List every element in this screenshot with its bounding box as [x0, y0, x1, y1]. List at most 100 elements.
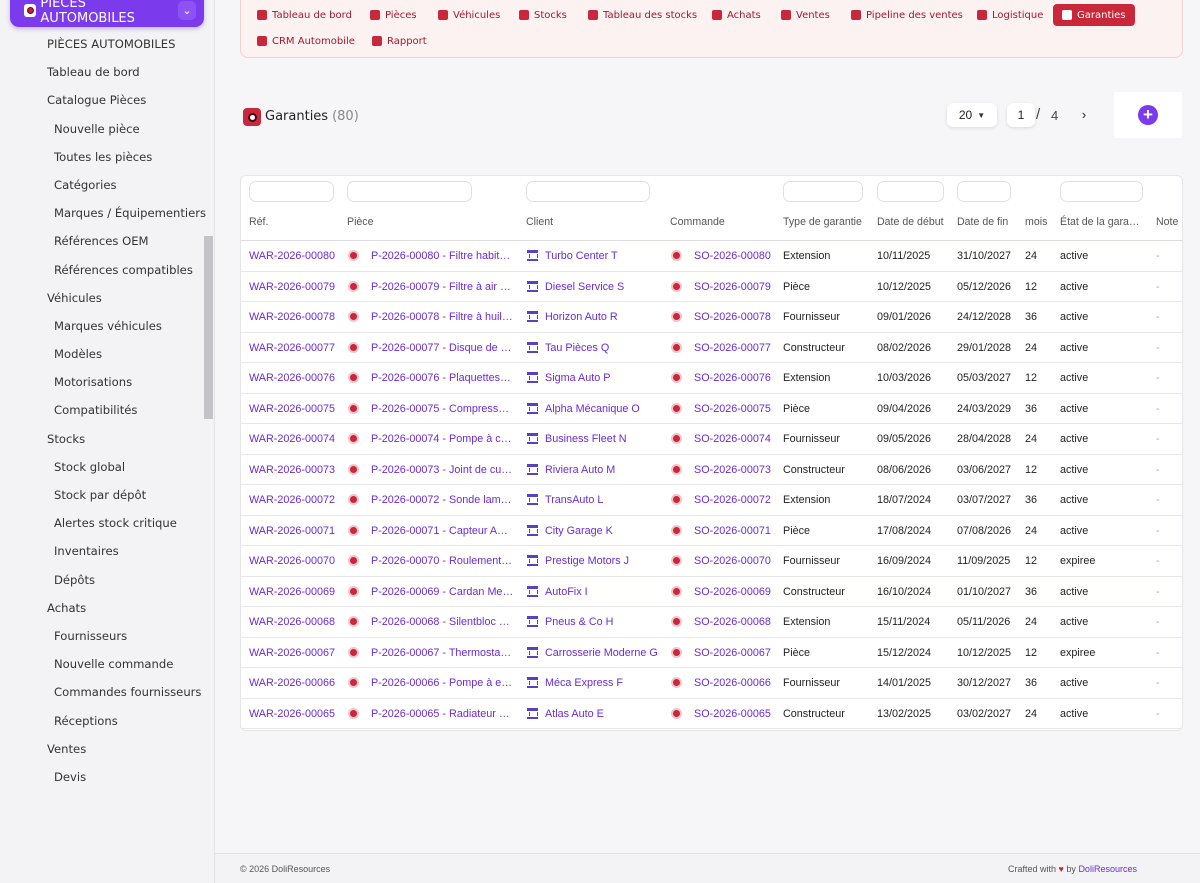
- filter-type-input[interactable]: [783, 181, 863, 202]
- order-link[interactable]: SO-2026-00077: [694, 342, 782, 354]
- piece-link[interactable]: P-2026-00077 - Disque de …: [371, 342, 516, 354]
- order-link[interactable]: SO-2026-00068: [694, 616, 782, 628]
- table-row[interactable]: WAR-2026-00076 P-2026-00076 - Plaquettes……: [241, 363, 1182, 394]
- order-link[interactable]: SO-2026-00071: [694, 525, 782, 537]
- column-header-0[interactable]: Réf.: [249, 216, 268, 228]
- sidebar-item-vehicules[interactable]: Véhicules: [0, 284, 205, 312]
- client-link[interactable]: Prestige Motors J: [545, 555, 667, 567]
- sidebar-item-compatibilites[interactable]: Compatibilités: [0, 396, 205, 424]
- page-size-select[interactable]: 20 ▼: [947, 103, 997, 127]
- footer-brand-link[interactable]: DoliResources: [1078, 864, 1137, 874]
- order-link[interactable]: SO-2026-00078: [694, 311, 782, 323]
- client-link[interactable]: Sigma Auto P: [545, 372, 667, 384]
- piece-link[interactable]: P-2026-00070 - Roulement…: [371, 555, 516, 567]
- order-link[interactable]: SO-2026-00070: [694, 555, 782, 567]
- table-row[interactable]: WAR-2026-00069 P-2026-00069 - Cardan Me… A…: [241, 577, 1182, 607]
- warranty-ref-link[interactable]: WAR-2026-00065: [249, 708, 341, 720]
- piece-link[interactable]: P-2026-00078 - Filtre à huil…: [371, 311, 516, 323]
- sidebar-item-pieces-automobiles[interactable]: PIÈCES AUTOMOBILES: [0, 30, 205, 58]
- filter-client-input[interactable]: [526, 181, 650, 202]
- sidebar-item-marques-vehicules[interactable]: Marques véhicules: [0, 312, 205, 340]
- warranty-ref-link[interactable]: WAR-2026-00071: [249, 525, 341, 537]
- order-link[interactable]: SO-2026-00067: [694, 647, 782, 659]
- client-link[interactable]: Atlas Auto E: [545, 708, 667, 720]
- topmenu-item-3[interactable]: Stocks: [519, 4, 567, 26]
- piece-link[interactable]: P-2026-00075 - Compress…: [371, 403, 516, 415]
- table-row[interactable]: WAR-2026-00066 P-2026-00066 - Pompe à e… M…: [241, 668, 1182, 699]
- warranty-ref-link[interactable]: WAR-2026-00076: [249, 372, 341, 384]
- column-header-1[interactable]: Pièce: [347, 216, 374, 228]
- warranty-ref-link[interactable]: WAR-2026-00073: [249, 464, 341, 476]
- client-link[interactable]: Horizon Auto R: [545, 311, 667, 323]
- filter-piece-input[interactable]: [347, 181, 472, 202]
- piece-link[interactable]: P-2026-00080 - Filtre habit…: [371, 250, 516, 262]
- sidebar-item-depots[interactable]: Dépôts: [0, 566, 205, 594]
- topmenu-item-8[interactable]: Logistique: [977, 4, 1043, 26]
- client-link[interactable]: Riviera Auto M: [545, 464, 667, 476]
- client-link[interactable]: Pneus & Co H: [545, 616, 667, 628]
- piece-link[interactable]: P-2026-00067 - Thermosta…: [371, 647, 516, 659]
- client-link[interactable]: Tau Pièces Q: [545, 342, 667, 354]
- sidebar-scrollbar[interactable]: [204, 236, 213, 419]
- warranty-ref-link[interactable]: WAR-2026-00079: [249, 281, 341, 293]
- client-link[interactable]: Carrosserie Moderne G: [545, 647, 667, 659]
- piece-link[interactable]: P-2026-00074 - Pompe à c…: [371, 433, 516, 445]
- order-link[interactable]: SO-2026-00076: [694, 372, 782, 384]
- topmenu-item-1[interactable]: Pièces: [370, 4, 417, 26]
- order-link[interactable]: SO-2026-00079: [694, 281, 782, 293]
- warranty-ref-link[interactable]: WAR-2026-00078: [249, 311, 341, 323]
- sidebar-item-alertes-stock-critique[interactable]: Alertes stock critique: [0, 509, 205, 537]
- warranty-ref-link[interactable]: WAR-2026-00067: [249, 647, 341, 659]
- column-header-5[interactable]: Date de début: [877, 216, 944, 228]
- column-header-9[interactable]: Note: [1156, 216, 1178, 228]
- sidebar-item-ventes[interactable]: Ventes: [0, 735, 205, 763]
- client-link[interactable]: Turbo Center T: [545, 250, 667, 262]
- piece-link[interactable]: P-2026-00072 - Sonde lam…: [371, 494, 516, 506]
- sidebar-item-tableau-de-bord[interactable]: Tableau de bord: [0, 58, 205, 86]
- column-header-4[interactable]: Type de garantie: [783, 216, 862, 228]
- warranty-ref-link[interactable]: WAR-2026-00068: [249, 616, 341, 628]
- column-header-8[interactable]: État de la gara…: [1060, 216, 1140, 228]
- warranty-ref-link[interactable]: WAR-2026-00070: [249, 555, 341, 567]
- table-row[interactable]: WAR-2026-00074 P-2026-00074 - Pompe à c… B…: [241, 424, 1182, 455]
- topmenu-item-2[interactable]: Véhicules: [438, 4, 500, 26]
- warranty-ref-link[interactable]: WAR-2026-00072: [249, 494, 341, 506]
- sidebar-item-toutes-les-pieces[interactable]: Toutes les pièces: [0, 143, 205, 171]
- sidebar-item-motorisations[interactable]: Motorisations: [0, 368, 205, 396]
- sidebar-item-stock-par-depot[interactable]: Stock par dépôt: [0, 481, 205, 509]
- client-link[interactable]: Alpha Mécanique O: [545, 403, 667, 415]
- sidebar-item-achats[interactable]: Achats: [0, 594, 205, 622]
- client-link[interactable]: Business Fleet N: [545, 433, 667, 445]
- sidebar-item-nouvelle-piece[interactable]: Nouvelle pièce: [0, 115, 205, 143]
- client-link[interactable]: City Garage K: [545, 525, 667, 537]
- sidebar-item-stock-global[interactable]: Stock global: [0, 453, 205, 481]
- filter-end-input[interactable]: [957, 181, 1011, 202]
- warranty-ref-link[interactable]: WAR-2026-00080: [249, 250, 341, 262]
- piece-link[interactable]: P-2026-00065 - Radiateur …: [371, 708, 516, 720]
- table-row[interactable]: WAR-2026-00077 P-2026-00077 - Disque de ……: [241, 333, 1182, 363]
- chevron-down-icon[interactable]: ⌄: [177, 1, 196, 20]
- page-number-input[interactable]: 1: [1007, 103, 1035, 127]
- topmenu-item-10[interactable]: CRM Automobile: [257, 30, 355, 52]
- piece-link[interactable]: P-2026-00071 - Capteur A…: [371, 525, 516, 537]
- table-row[interactable]: WAR-2026-00075 P-2026-00075 - Compress… Al…: [241, 394, 1182, 424]
- topmenu-item-5[interactable]: Achats: [712, 4, 761, 26]
- topmenu-item-11[interactable]: Rapport: [372, 30, 427, 52]
- table-row[interactable]: WAR-2026-00079 P-2026-00079 - Filtre à ai…: [241, 272, 1182, 302]
- sidebar-item-categories[interactable]: Catégories: [0, 171, 205, 199]
- topmenu-item-4[interactable]: Tableau des stocks: [588, 4, 697, 26]
- order-link[interactable]: SO-2026-00075: [694, 403, 782, 415]
- table-row[interactable]: WAR-2026-00067 P-2026-00067 - Thermosta… C…: [241, 638, 1182, 668]
- filter-state-input[interactable]: [1060, 181, 1143, 202]
- table-row[interactable]: WAR-2026-00065 P-2026-00065 - Radiateur ……: [241, 699, 1182, 729]
- warranty-ref-link[interactable]: WAR-2026-00069: [249, 586, 341, 598]
- sidebar-item-references-oem[interactable]: Références OEM: [0, 227, 205, 255]
- piece-link[interactable]: P-2026-00079 - Filtre à air …: [371, 281, 516, 293]
- table-row[interactable]: WAR-2026-00068 P-2026-00068 - Silentbloc …: [241, 607, 1182, 638]
- order-link[interactable]: SO-2026-00066: [694, 677, 782, 689]
- warranty-ref-link[interactable]: WAR-2026-00074: [249, 433, 341, 445]
- sidebar-item-references-compatibles[interactable]: Références compatibles: [0, 256, 205, 284]
- column-header-7[interactable]: mois: [1025, 216, 1047, 228]
- order-link[interactable]: SO-2026-00065: [694, 708, 782, 720]
- piece-link[interactable]: P-2026-00066 - Pompe à e…: [371, 677, 516, 689]
